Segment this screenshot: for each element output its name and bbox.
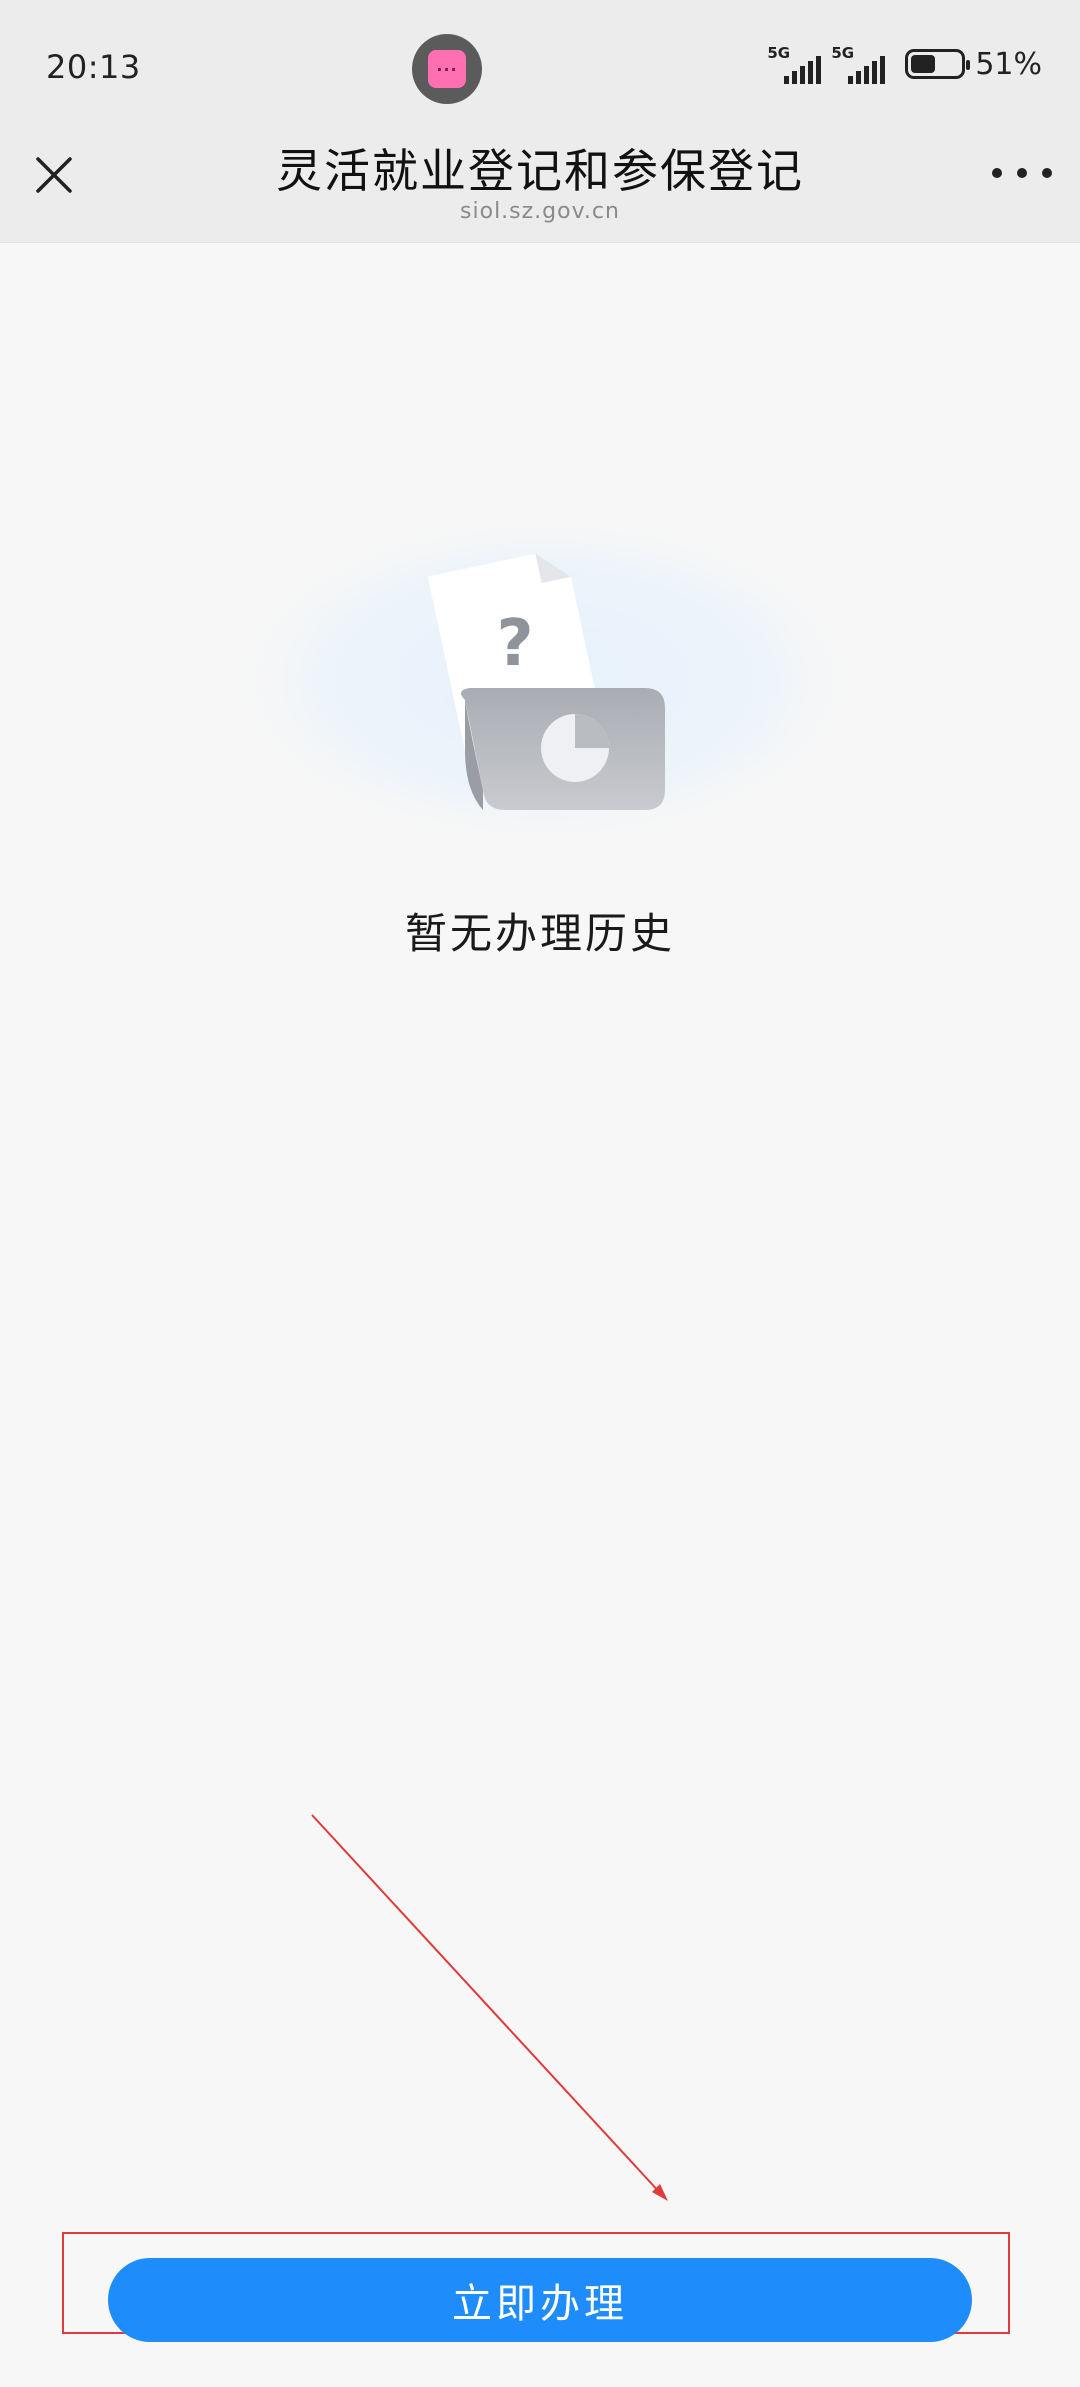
empty-document-icon: ? [225,510,865,850]
apply-now-button[interactable]: 立即办理 [108,2258,972,2342]
empty-state-message: 暂无办理历史 [404,909,675,958]
status-indicators: 5G 5G 51% [767,44,1042,84]
signal-5g-icon: 5G [831,44,886,84]
pink-app-icon: ··· [412,34,482,104]
battery-percent: 51% [975,46,1042,82]
more-button[interactable] [992,153,1052,193]
status-bar: 20:13 ··· 5G 5G 51% [0,0,1080,135]
signal-5g-icon: 5G [767,44,822,84]
app-header: 灵活就业登记和参保登记 siol.sz.gov.cn [0,135,1080,243]
battery-icon [905,49,971,79]
more-dots-icon [992,168,1002,178]
app-page: 20:13 ··· 5G 5G 51% 灵活就业登记和参保登记 siol.sz.… [0,0,1080,2387]
page-title: 灵活就业登记和参保登记 [276,144,804,198]
annotation-arrow-icon [311,1814,668,2201]
svg-text:?: ? [496,607,533,681]
status-time: 20:13 [46,48,141,86]
page-url: siol.sz.gov.cn [460,199,620,224]
